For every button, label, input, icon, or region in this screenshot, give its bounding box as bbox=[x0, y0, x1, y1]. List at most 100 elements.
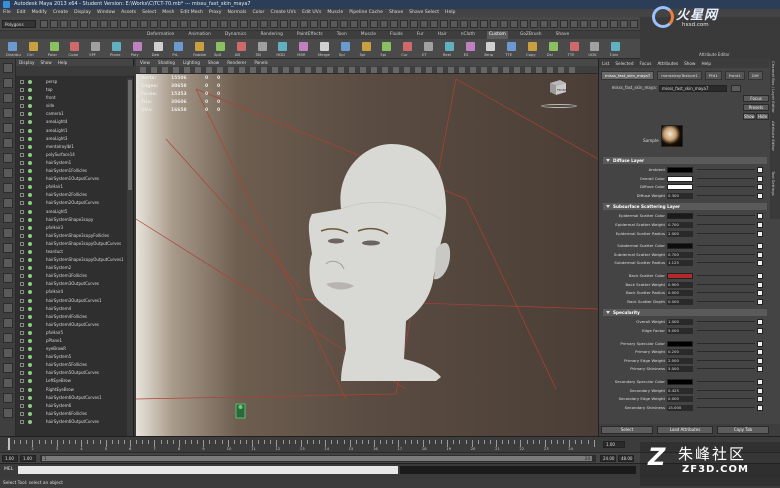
menu-item[interactable]: Shave bbox=[389, 9, 403, 17]
tool-button[interactable] bbox=[3, 333, 13, 343]
ae-menu-item[interactable]: Focus bbox=[639, 59, 651, 68]
node-tab[interactable]: Diff bbox=[747, 71, 763, 80]
status-line-button[interactable] bbox=[460, 20, 468, 28]
viewport-tool-button[interactable] bbox=[239, 67, 245, 73]
map-texture-button[interactable] bbox=[757, 357, 763, 364]
outliner-item[interactable]: hairSystem5OutputCurves bbox=[16, 369, 128, 377]
viewport-tool-button[interactable] bbox=[503, 67, 509, 73]
tool-button[interactable] bbox=[3, 168, 13, 178]
node-tab[interactable]: Front1 bbox=[724, 71, 745, 80]
tool-button[interactable] bbox=[3, 228, 13, 238]
status-line-button[interactable] bbox=[470, 20, 478, 28]
viewport-tool-button[interactable] bbox=[404, 67, 410, 73]
tool-button[interactable] bbox=[3, 318, 13, 328]
viewport-panel[interactable]: View Shading Lighting Show Renderer Panels Ve… bbox=[136, 59, 598, 436]
select-button[interactable]: Select bbox=[601, 426, 653, 434]
status-line-button[interactable] bbox=[430, 20, 438, 28]
outliner-item[interactable]: hairSystemShape3copyOutputCurves1 bbox=[16, 256, 128, 264]
shelf-tool-icon[interactable] bbox=[257, 42, 267, 51]
tool-button[interactable] bbox=[3, 393, 13, 403]
map-texture-button[interactable] bbox=[757, 298, 763, 305]
outliner-item[interactable]: pfxHair5 bbox=[16, 329, 128, 337]
outliner-item[interactable]: hairSystem1Follicles bbox=[16, 167, 128, 175]
status-line-button[interactable] bbox=[180, 20, 188, 28]
viewport-tool-button[interactable] bbox=[415, 67, 421, 73]
expand-icon[interactable] bbox=[20, 298, 24, 303]
shelf-tab[interactable]: Rendering bbox=[258, 31, 284, 39]
status-line-button[interactable] bbox=[600, 20, 608, 28]
attribute-slider[interactable] bbox=[697, 215, 755, 217]
expand-icon[interactable] bbox=[20, 322, 24, 327]
menu-item[interactable]: Display bbox=[74, 9, 91, 17]
status-line-button[interactable] bbox=[450, 20, 458, 28]
outliner-item[interactable]: front bbox=[16, 94, 128, 102]
outliner-item[interactable]: hairSystem3OutputCurves bbox=[16, 280, 128, 288]
ae-menu-item[interactable]: List bbox=[602, 59, 609, 68]
outliner-item[interactable]: areaLight3 bbox=[16, 135, 128, 143]
menu-item[interactable]: File bbox=[3, 9, 11, 17]
map-texture-button[interactable] bbox=[757, 251, 763, 258]
head-model[interactable] bbox=[308, 144, 451, 381]
viewport-tool-button[interactable] bbox=[195, 67, 201, 73]
side-tab-attribute-editor[interactable]: Attribute Editor bbox=[771, 121, 776, 151]
menu-item[interactable]: Window bbox=[97, 9, 115, 17]
attribute-slider[interactable] bbox=[697, 292, 755, 294]
tool-button[interactable] bbox=[3, 138, 13, 148]
map-texture-button[interactable] bbox=[757, 222, 763, 228]
shelf-tool-icon[interactable] bbox=[611, 42, 621, 51]
status-line-button[interactable] bbox=[520, 20, 528, 28]
shelf-tab[interactable]: nCloth bbox=[459, 31, 477, 39]
shader-swatch[interactable] bbox=[661, 125, 683, 147]
map-texture-button[interactable] bbox=[757, 273, 763, 279]
outliner-item[interactable]: polySurface14 bbox=[16, 151, 128, 159]
viewcube[interactable]: FRONT bbox=[546, 77, 570, 97]
color-swatch[interactable] bbox=[667, 167, 693, 173]
shelf-tab[interactable]: Shave bbox=[554, 31, 572, 39]
status-line-button[interactable] bbox=[540, 20, 548, 28]
viewport-tool-button[interactable] bbox=[294, 67, 300, 73]
outliner-item[interactable]: tearduct bbox=[16, 248, 128, 256]
shelf-tool-icon[interactable] bbox=[236, 42, 246, 51]
menu-item[interactable]: Pipeline Cache bbox=[349, 9, 383, 17]
ae-menu-item[interactable]: Help bbox=[701, 59, 711, 68]
menu-item[interactable]: Create UVs bbox=[270, 9, 296, 17]
range-thumb[interactable] bbox=[42, 456, 592, 461]
menu-item[interactable]: Create bbox=[53, 9, 68, 17]
expand-icon[interactable] bbox=[20, 112, 24, 117]
shelf-tool-icon[interactable] bbox=[403, 42, 413, 51]
viewport-tool-button[interactable] bbox=[481, 67, 487, 73]
outliner-item[interactable]: hairSystem6OutputCurves1 bbox=[16, 394, 128, 402]
expand-icon[interactable] bbox=[20, 419, 24, 424]
outliner-item[interactable]: persp bbox=[16, 78, 128, 86]
expand-icon[interactable] bbox=[20, 169, 24, 174]
map-texture-button[interactable] bbox=[757, 290, 763, 297]
map-texture-button[interactable] bbox=[757, 319, 763, 326]
menu-item[interactable]: Normals bbox=[227, 9, 246, 17]
attribute-slider[interactable] bbox=[697, 389, 755, 391]
map-texture-button[interactable] bbox=[757, 175, 763, 182]
map-texture-button[interactable] bbox=[757, 387, 763, 394]
expand-icon[interactable] bbox=[20, 88, 24, 93]
viewport-tool-button[interactable] bbox=[382, 67, 388, 73]
shelf-tool-icon[interactable] bbox=[299, 42, 309, 51]
status-line-button[interactable] bbox=[170, 20, 178, 28]
outliner-item[interactable]: side bbox=[16, 102, 128, 110]
expand-icon[interactable] bbox=[20, 274, 24, 279]
shelf-tool-icon[interactable] bbox=[216, 42, 225, 51]
attribute-value-field[interactable]: 0.425 bbox=[667, 387, 693, 394]
shelf-tab[interactable]: Toon bbox=[335, 31, 349, 39]
expand-icon[interactable] bbox=[20, 249, 24, 254]
map-texture-button[interactable] bbox=[757, 340, 763, 347]
node-tab[interactable]: mentalrayTexture1 bbox=[657, 71, 702, 80]
status-line-button[interactable] bbox=[260, 20, 268, 28]
expand-icon[interactable] bbox=[20, 282, 24, 287]
tool-button[interactable] bbox=[3, 213, 13, 223]
status-line-button[interactable] bbox=[250, 20, 258, 28]
viewport-tool-button[interactable] bbox=[514, 67, 520, 73]
section-header[interactable]: Specularity bbox=[603, 309, 767, 317]
attribute-slider[interactable] bbox=[697, 398, 755, 400]
status-line-button[interactable] bbox=[340, 20, 348, 28]
expand-icon[interactable] bbox=[20, 339, 24, 343]
outliner-item[interactable]: hairSystem6Follicles bbox=[16, 410, 128, 418]
viewport-menu-item[interactable]: View bbox=[140, 59, 150, 66]
